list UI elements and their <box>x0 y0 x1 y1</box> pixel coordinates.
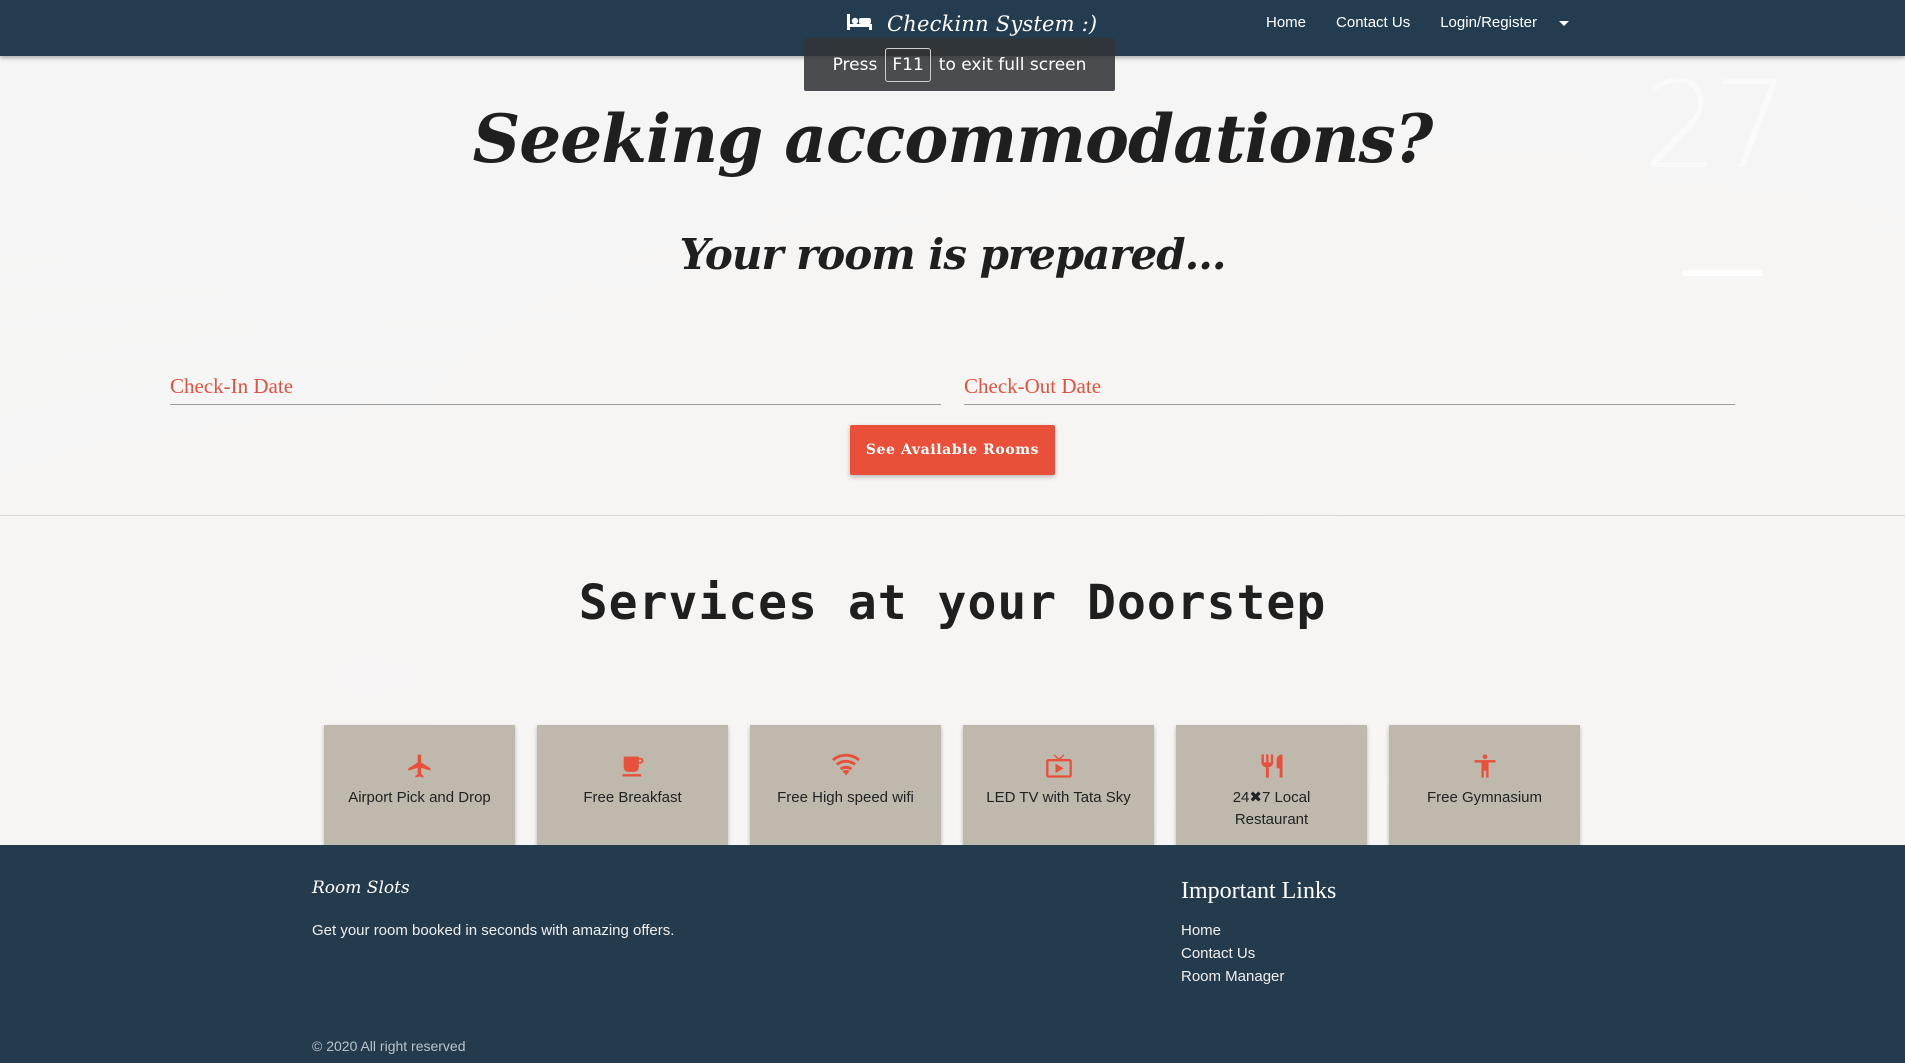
coffee-cup-icon <box>619 751 647 781</box>
tv-icon <box>1044 751 1074 781</box>
services-title: Services at your Doorstep <box>578 575 1327 631</box>
dropdown-caret-icon[interactable] <box>1558 21 1569 26</box>
service-label: Airport Pick and Drop <box>348 789 491 806</box>
section-divider <box>0 515 1905 516</box>
service-label: LED TV with Tata Sky <box>986 789 1131 806</box>
service-label: 24✖7 Local Restaurant <box>1232 789 1311 828</box>
service-card-breakfast: Free Breakfast <box>537 725 728 845</box>
nav-menu: Home Contact Us Login/Register <box>1266 14 1569 31</box>
check-in-date-input[interactable] <box>170 368 941 404</box>
brand-title: Checkinn System :) <box>887 12 1098 36</box>
service-label: Free Breakfast <box>583 789 682 806</box>
important-links-heading: Important Links <box>1181 878 1337 904</box>
fullscreen-notice-press: Press <box>832 54 878 75</box>
footer-home-link[interactable]: Home <box>1181 922 1284 939</box>
wifi-icon <box>831 751 861 781</box>
check-in-field <box>170 368 941 405</box>
airplane-icon <box>406 751 434 781</box>
see-available-rooms-button[interactable]: See Available Rooms <box>850 425 1055 475</box>
footer: Room Slots Get your room booked in secon… <box>0 845 1905 1063</box>
fullscreen-notice: Press F11 to exit full screen <box>804 38 1115 91</box>
hero-title: Seeking accommodations? <box>472 100 1434 178</box>
service-card-restaurant: 24✖7 Local Restaurant <box>1176 725 1367 845</box>
fullscreen-notice-key: F11 <box>885 47 931 82</box>
footer-links: Home Contact Us Room Manager <box>1181 922 1284 985</box>
service-label: Free Gymnasium <box>1426 789 1543 806</box>
brand-logo-link[interactable]: Checkinn System :) <box>846 8 1097 40</box>
hero-subtitle: Your room is prepared... <box>679 230 1227 279</box>
service-label: Free High speed wifi <box>777 789 914 806</box>
footer-room-manager-link[interactable]: Room Manager <box>1181 968 1284 985</box>
nav-contact-link[interactable]: Contact Us <box>1336 14 1410 31</box>
services-list: Airport Pick and Drop Free Breakfast Fre… <box>324 725 1580 845</box>
fullscreen-notice-text: to exit full screen <box>938 54 1087 75</box>
gym-icon <box>1471 751 1499 781</box>
service-card-gym: Free Gymnasium <box>1389 725 1580 845</box>
nav-home-link[interactable]: Home <box>1266 14 1306 31</box>
footer-tagline: Get your room booked in seconds with ama… <box>312 922 675 939</box>
footer-brand: Room Slots <box>312 878 410 898</box>
check-out-date-input[interactable] <box>964 368 1735 404</box>
service-card-wifi: Free High speed wifi <box>750 725 941 845</box>
copyright-text: © 2020 All right reserved <box>312 1038 466 1054</box>
bed-icon <box>846 12 873 37</box>
service-card-tv: LED TV with Tata Sky <box>963 725 1154 845</box>
restaurant-icon <box>1258 751 1286 781</box>
footer-contact-link[interactable]: Contact Us <box>1181 945 1284 962</box>
nav-login-register-link[interactable]: Login/Register <box>1440 14 1537 31</box>
service-card-airport: Airport Pick and Drop <box>324 725 515 845</box>
check-out-field <box>964 368 1735 405</box>
